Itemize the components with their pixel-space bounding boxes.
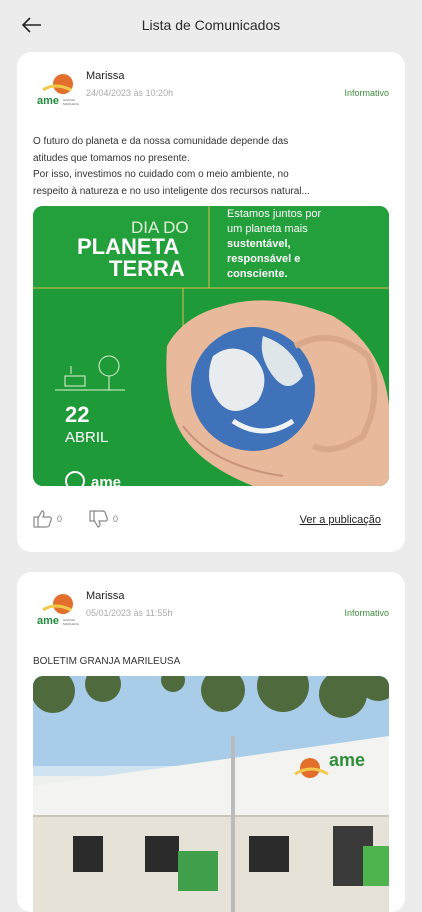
thumbs-down-icon	[89, 510, 108, 528]
post-tag: Informativo	[344, 88, 389, 98]
dislike-count: 0	[113, 514, 119, 524]
ame-logo: ame GRANJA MARILEUSA	[37, 74, 79, 107]
post-text-line: atitudes que tomamos no presente.	[33, 152, 190, 164]
svg-text:MARILEUSA: MARILEUSA	[63, 622, 79, 626]
dislike-button[interactable]: 0	[89, 510, 118, 528]
post-image[interactable]: DIA DO PLANETA TERRA Estamos juntos por …	[33, 206, 389, 486]
poster-month: ABRIL	[65, 429, 108, 446]
top-bar: Lista de Comunicados	[0, 0, 422, 50]
post-text-line: Por isso, investimos no cuidado com o me…	[33, 169, 289, 180]
post-date: 05/01/2023 às 11:55h	[86, 608, 173, 618]
post-author: Marissa	[86, 590, 125, 602]
post-card[interactable]: ame GRANJA MARILEUSA Marissa 05/01/2023 …	[17, 572, 405, 912]
poster-line3: TERRA	[109, 256, 185, 281]
poster-msg4: responsável e	[227, 253, 300, 265]
poster-msg2: um planeta mais	[227, 223, 308, 235]
like-button[interactable]: 0	[33, 510, 62, 528]
svg-text:ame: ame	[37, 95, 59, 107]
post-text-line: O futuro do planeta e da nossa comunidad…	[33, 136, 289, 147]
post-text: O futuro do planeta e da nossa comunidad…	[33, 134, 391, 200]
building-photo: ame	[33, 676, 389, 912]
page-title: Lista de Comunicados	[141, 17, 281, 33]
post-tag: Informativo	[344, 608, 389, 618]
post-author: Marissa	[86, 70, 125, 82]
like-count: 0	[57, 514, 63, 524]
building-brand: ame	[329, 750, 365, 770]
svg-text:MARILEUSA: MARILEUSA	[63, 102, 79, 106]
post-heading: BOLETIM GRANJA MARILEUSA	[33, 656, 181, 667]
poster-brand: ame	[91, 474, 121, 486]
post-image[interactable]: ame	[33, 676, 389, 912]
ame-logo: ame GRANJA MARILEUSA	[37, 594, 79, 627]
post-date: 24/04/2023 às 10:20h	[86, 88, 174, 98]
post-card[interactable]: ame GRANJA MARILEUSA Marissa 24/04/2023 …	[17, 52, 405, 552]
post-text-line: respeito à natureza e no uso inteligente…	[33, 185, 310, 197]
view-post-link[interactable]: Ver a publicação	[300, 514, 381, 526]
post-actions: 0 0 Ver a publicação	[33, 510, 389, 532]
poster-msg3: sustentável,	[227, 238, 291, 250]
thumbs-up-icon	[33, 510, 52, 528]
poster-msg5: consciente.	[227, 268, 288, 280]
earth-day-poster: DIA DO PLANETA TERRA Estamos juntos por …	[33, 206, 389, 486]
poster-msg1: Estamos juntos por	[227, 208, 321, 220]
poster-day: 22	[65, 402, 89, 427]
svg-text:ame: ame	[37, 615, 59, 627]
